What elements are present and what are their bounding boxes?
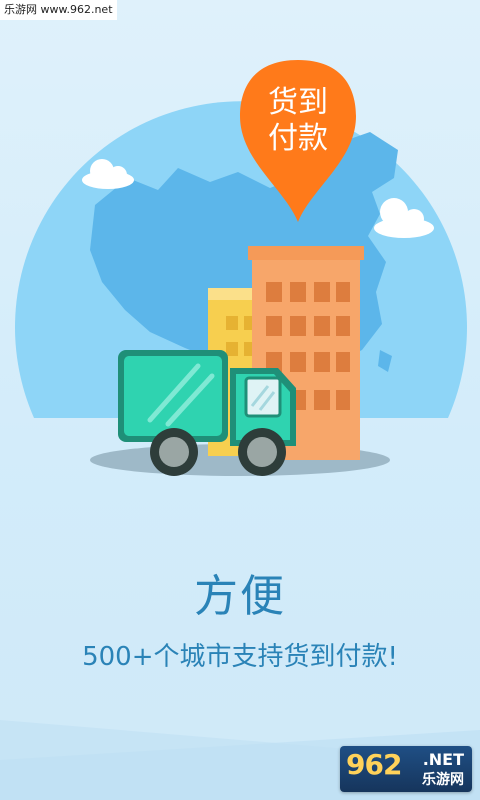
site-logo: 962 .NET 乐游网 xyxy=(340,746,472,792)
pin-label-line1: 货到 xyxy=(268,85,328,120)
cod-illustration: 货到 付款 xyxy=(14,60,467,476)
page-subtitle: 500+个城市支持货到付款! xyxy=(82,642,398,672)
logo-main-text: 962 xyxy=(346,748,402,781)
page-title: 方便 xyxy=(194,571,286,622)
logo-cn-text: 乐游网 xyxy=(422,772,464,788)
pin-label-line2: 付款 xyxy=(268,121,328,156)
logo-net-text: .NET xyxy=(422,750,464,769)
